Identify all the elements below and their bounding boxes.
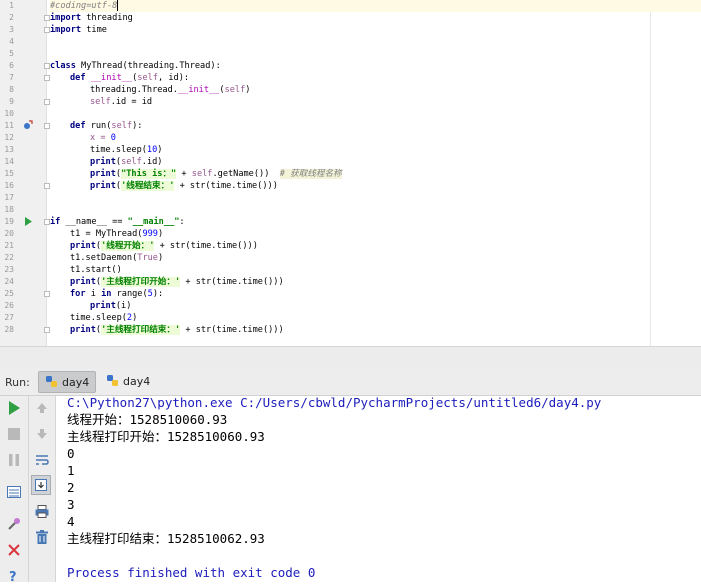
code-line[interactable]: print('线程开始：' + str(time.time())) [70,240,258,252]
console-line-command: C:\Python27\python.exe C:/Users/cbwld/Py… [67,395,602,410]
run-tool-window-header: Run: day4 day4 [0,368,701,396]
code-line[interactable]: import time [50,24,107,36]
line-number: 28 [4,325,14,334]
line-number: 20 [4,229,14,238]
scroll-down-icon[interactable] [32,424,52,444]
override-icon[interactable] [23,120,33,134]
run-tab-day4-active[interactable]: day4 [38,371,96,393]
console-line: 2 [67,480,75,495]
run-label: Run: [5,376,30,389]
svg-text:?: ? [9,570,17,583]
code-area[interactable]: #coding=utf-8 import threading import ti… [50,0,701,346]
code-line[interactable]: print('线程结束：' + str(time.time())) [90,180,278,192]
code-line[interactable]: x = 0 [90,132,116,144]
code-line[interactable]: for i in range(5): [70,288,163,300]
code-line[interactable]: import threading [50,12,133,24]
stop-icon[interactable] [4,424,24,444]
code-line[interactable]: if __name__ == "__main__": [50,216,185,228]
line-number: 7 [9,73,14,82]
print-icon[interactable] [32,501,52,521]
line-number: 11 [4,121,14,130]
line-number: 5 [9,49,14,58]
code-line[interactable]: print(self.id) [90,156,162,168]
console-line-exit: Process finished with exit code 0 [67,565,316,580]
line-number: 2 [9,13,14,22]
trash-icon[interactable] [32,527,52,547]
dump-threads-icon[interactable] [4,482,24,502]
code-line[interactable]: time.sleep(10) [90,144,162,156]
console-line: 主线程打印开始：1528510060.93 [67,429,265,444]
python-file-icon [46,376,57,387]
console-line: 4 [67,514,75,529]
console-output[interactable]: C:\Python27\python.exe C:/Users/cbwld/Py… [56,395,701,582]
code-line[interactable]: def run(self): [70,120,142,132]
run-icon[interactable] [4,398,24,418]
line-number: 18 [4,205,14,214]
run-toolbar-secondary [29,396,56,582]
line-number: 21 [4,241,14,250]
console-line: 0 [67,446,75,461]
line-number: 16 [4,181,14,190]
scroll-up-icon[interactable] [32,398,52,418]
code-line[interactable]: print('主线程打印结束：' + str(time.time())) [70,324,284,336]
line-number: 6 [9,61,14,70]
console-line: 3 [67,497,75,512]
line-number: 23 [4,265,14,274]
code-line[interactable]: #coding=utf-8 [50,0,701,12]
line-number: 3 [9,25,14,34]
help-icon[interactable]: ? [4,566,24,586]
python-file-icon [107,375,118,386]
console-line: 主线程打印结束：1528510062.93 [67,531,265,546]
code-line[interactable]: def __init__(self, id): [70,72,189,84]
line-number: 13 [4,145,14,154]
settings-icon[interactable] [4,514,24,534]
line-number: 8 [9,85,14,94]
line-number: 17 [4,193,14,202]
code-line[interactable]: self.id = id [90,96,152,108]
line-number: 24 [4,277,14,286]
console-line: 线程开始：1528510060.93 [67,412,228,427]
run-tab-day4[interactable]: day4 [100,371,160,393]
text-caret [117,0,119,11]
scroll-to-end-icon[interactable] [31,475,51,495]
line-number: 19 [4,217,14,226]
line-number: 1 [9,1,14,10]
soft-wrap-icon[interactable] [32,450,52,470]
run-tab-label: day4 [62,376,90,389]
line-number: 25 [4,289,14,298]
code-line[interactable]: print("This is：" + self.getName()) # 获取线… [90,168,342,180]
line-number: 4 [9,37,14,46]
line-number: 27 [4,313,14,322]
line-number: 22 [4,253,14,262]
line-number: 26 [4,301,14,310]
line-number: 9 [9,97,14,106]
code-line[interactable]: print(i) [90,300,131,312]
code-editor[interactable]: 1 2 3 4 5 6 7 8 9 10 11 12 13 14 15 16 1… [0,0,701,346]
pause-icon[interactable] [4,450,24,470]
run-toolbar-primary: ? [0,396,29,583]
close-icon[interactable] [4,540,24,560]
code-line[interactable]: t1.start() [70,264,122,276]
run-gutter-icon[interactable] [24,217,32,230]
panel-splitter[interactable] [0,346,701,369]
line-number: 15 [4,169,14,178]
code-line[interactable]: print('主线程打印开始：' + str(time.time())) [70,276,284,288]
code-line[interactable]: t1.setDaemon(True) [70,252,163,264]
code-line[interactable]: t1 = MyThread(999) [70,228,163,240]
editor-gutter: 1 2 3 4 5 6 7 8 9 10 11 12 13 14 15 16 1… [0,0,50,346]
run-tab-label: day4 [123,375,151,388]
line-number: 10 [4,109,14,118]
code-line[interactable]: class MyThread(threading.Thread): [50,60,221,72]
code-line[interactable]: threading.Thread.__init__(self) [90,84,250,96]
line-number: 12 [4,133,14,142]
console-line: 1 [67,463,75,478]
line-number: 14 [4,157,14,166]
code-line[interactable]: time.sleep(2) [70,312,137,324]
